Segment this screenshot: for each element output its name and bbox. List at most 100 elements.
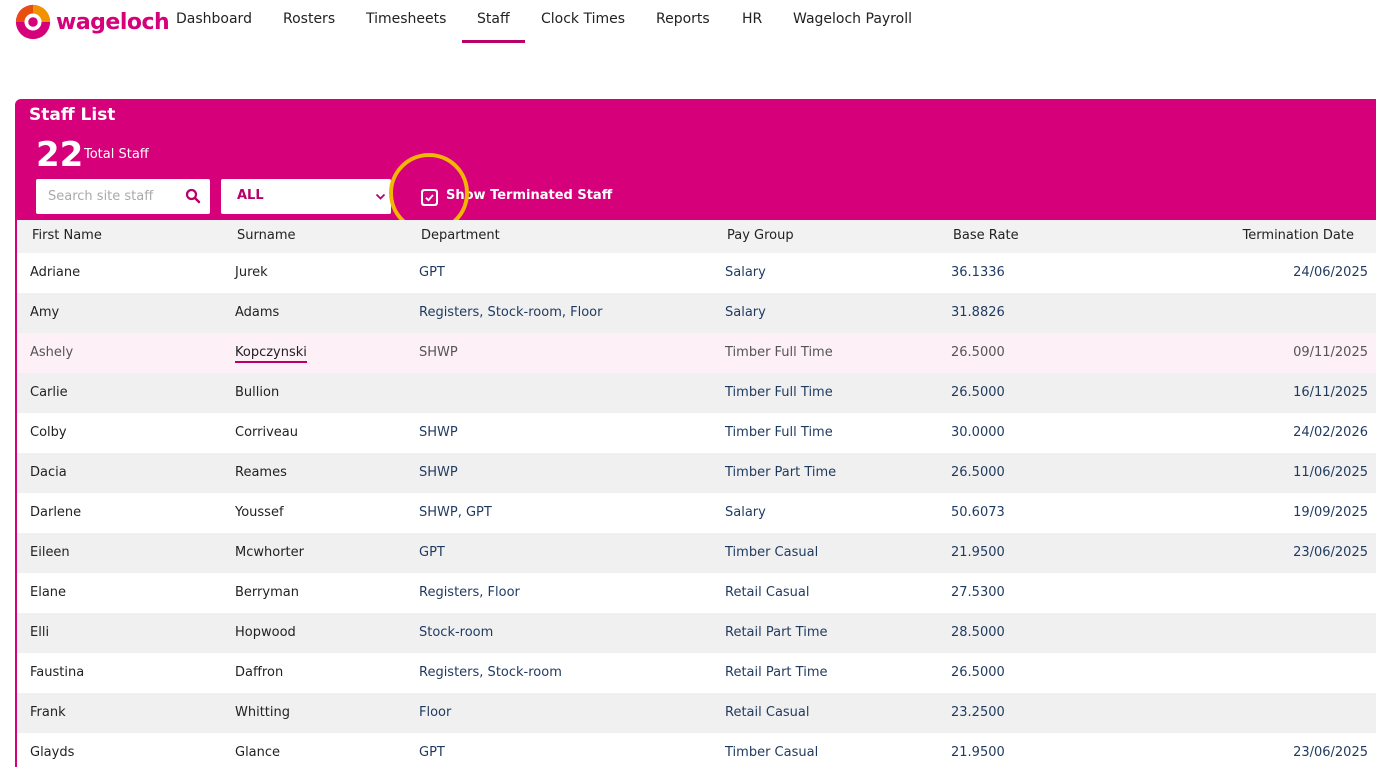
department-cell: SHWP, GPT	[419, 505, 492, 520]
brand-name: wageloch	[56, 9, 170, 35]
first-name-cell: Glayds	[30, 745, 75, 760]
base-rate-cell: 26.5000	[951, 385, 1005, 400]
nav-wageloch-payroll[interactable]: Wageloch Payroll	[793, 11, 912, 27]
nav-dashboard[interactable]: Dashboard	[176, 11, 252, 27]
pay-group-cell: Salary	[725, 265, 766, 280]
table-row[interactable]: Adriane Jurek GPT Salary 36.1336 24/06/2…	[17, 253, 1376, 293]
surname-cell[interactable]: Corriveau	[235, 425, 298, 440]
chevron-down-icon	[375, 193, 386, 200]
department-cell: SHWP	[419, 425, 458, 440]
department-cell: Registers, Stock-room, Floor	[419, 305, 603, 320]
staff-search-input[interactable]	[36, 179, 188, 214]
first-name-cell: Amy	[30, 305, 60, 320]
wageloch-logo[interactable]: wageloch	[14, 2, 170, 42]
termination-date-cell: 23/06/2025	[1293, 545, 1368, 560]
department-filter-value: ALL	[237, 188, 264, 203]
nav-hr[interactable]: HR	[742, 11, 762, 27]
base-rate-cell: 30.0000	[951, 425, 1005, 440]
surname-cell[interactable]: Bullion	[235, 385, 279, 400]
base-rate-cell: 26.5000	[951, 465, 1005, 480]
panel-title: Staff List	[29, 105, 116, 125]
surname-cell[interactable]: Kopczynski	[235, 345, 307, 363]
nav-rosters[interactable]: Rosters	[283, 11, 335, 27]
total-staff-count: 22	[36, 135, 84, 175]
table-row[interactable]: Ashely Kopczynski SHWP Timber Full Time …	[17, 333, 1376, 373]
table-row[interactable]: Frank Whitting Floor Retail Casual 23.25…	[17, 693, 1376, 733]
base-rate-cell: 21.9500	[951, 545, 1005, 560]
first-name-cell: Colby	[30, 425, 67, 440]
table-row[interactable]: Carlie Bullion Timber Full Time 26.5000 …	[17, 373, 1376, 413]
termination-date-cell: 09/11/2025	[1293, 345, 1368, 360]
col-termination-date[interactable]: Termination Date	[1243, 228, 1354, 243]
first-name-cell: Elli	[30, 625, 50, 640]
department-cell: GPT	[419, 545, 445, 560]
department-filter-select[interactable]: ALL	[221, 179, 391, 214]
first-name-cell: Carlie	[30, 385, 68, 400]
col-department[interactable]: Department	[421, 228, 500, 243]
table-row[interactable]: Faustina Daffron Registers, Stock-room R…	[17, 653, 1376, 693]
search-icon[interactable]	[185, 188, 201, 204]
nav-staff[interactable]: Staff	[462, 11, 525, 43]
department-cell: Floor	[419, 705, 452, 720]
table-row[interactable]: Colby Corriveau SHWP Timber Full Time 30…	[17, 413, 1376, 453]
surname-cell[interactable]: Mcwhorter	[235, 545, 304, 560]
termination-date-cell: 11/06/2025	[1293, 465, 1368, 480]
pay-group-cell: Retail Part Time	[725, 665, 828, 680]
surname-cell[interactable]: Reames	[235, 465, 287, 480]
col-first-name[interactable]: First Name	[32, 228, 102, 243]
termination-date-cell: 23/06/2025	[1293, 745, 1368, 760]
table-row[interactable]: Darlene Youssef SHWP, GPT Salary 50.6073…	[17, 493, 1376, 533]
pay-group-cell: Salary	[725, 305, 766, 320]
nav-timesheets[interactable]: Timesheets	[366, 11, 446, 27]
table-row[interactable]: Glayds Glance GPT Timber Casual 21.9500 …	[17, 733, 1376, 773]
first-name-cell: Frank	[30, 705, 66, 720]
first-name-cell: Elane	[30, 585, 67, 600]
wageloch-logo-icon	[15, 4, 51, 40]
surname-cell[interactable]: Jurek	[235, 265, 268, 280]
table-row[interactable]: Dacia Reames SHWP Timber Part Time 26.50…	[17, 453, 1376, 493]
surname-cell[interactable]: Glance	[235, 745, 280, 760]
table-row[interactable]: Elli Hopwood Stock-room Retail Part Time…	[17, 613, 1376, 653]
surname-cell[interactable]: Adams	[235, 305, 279, 320]
surname-cell[interactable]: Whitting	[235, 705, 290, 720]
checkmark-icon	[423, 191, 436, 204]
table-header: First Name Surname Department Pay Group …	[17, 220, 1376, 253]
base-rate-cell: 50.6073	[951, 505, 1005, 520]
department-cell: SHWP	[419, 345, 458, 360]
pay-group-cell: Retail Casual	[725, 705, 810, 720]
table-row[interactable]: Elane Berryman Registers, Floor Retail C…	[17, 573, 1376, 613]
pay-group-cell: Timber Full Time	[725, 425, 833, 440]
base-rate-cell: 28.5000	[951, 625, 1005, 640]
nav-clock-times[interactable]: Clock Times	[541, 11, 625, 27]
base-rate-cell: 27.5300	[951, 585, 1005, 600]
department-cell: GPT	[419, 265, 445, 280]
staff-table-body: Adriane Jurek GPT Salary 36.1336 24/06/2…	[17, 253, 1376, 773]
pay-group-cell: Timber Full Time	[725, 385, 833, 400]
table-row[interactable]: Amy Adams Registers, Stock-room, Floor S…	[17, 293, 1376, 333]
surname-cell[interactable]: Hopwood	[235, 625, 296, 640]
termination-date-cell: 16/11/2025	[1293, 385, 1368, 400]
base-rate-cell: 26.5000	[951, 345, 1005, 360]
show-terminated-label[interactable]: Show Terminated Staff	[446, 188, 612, 203]
col-base-rate[interactable]: Base Rate	[953, 228, 1019, 243]
base-rate-cell: 26.5000	[951, 665, 1005, 680]
first-name-cell: Eileen	[30, 545, 70, 560]
col-surname[interactable]: Surname	[237, 228, 295, 243]
department-cell: Registers, Floor	[419, 585, 520, 600]
surname-cell[interactable]: Berryman	[235, 585, 299, 600]
total-staff-label: Total Staff	[84, 147, 149, 162]
col-pay-group[interactable]: Pay Group	[727, 228, 794, 243]
surname-cell[interactable]: Youssef	[235, 505, 284, 520]
table-row[interactable]: Eileen Mcwhorter GPT Timber Casual 21.95…	[17, 533, 1376, 573]
top-navigation: wageloch Dashboard Rosters Timesheets St…	[0, 0, 1376, 44]
nav-reports[interactable]: Reports	[656, 11, 710, 27]
base-rate-cell: 31.8826	[951, 305, 1005, 320]
staff-list-header: Staff List 22 Total Staff ALL Show Termi…	[15, 99, 1376, 233]
pay-group-cell: Retail Casual	[725, 585, 810, 600]
pay-group-cell: Timber Casual	[725, 545, 819, 560]
first-name-cell: Ashely	[30, 345, 74, 360]
first-name-cell: Darlene	[30, 505, 82, 520]
show-terminated-checkbox[interactable]	[421, 189, 438, 206]
first-name-cell: Faustina	[30, 665, 85, 680]
surname-cell[interactable]: Daffron	[235, 665, 283, 680]
